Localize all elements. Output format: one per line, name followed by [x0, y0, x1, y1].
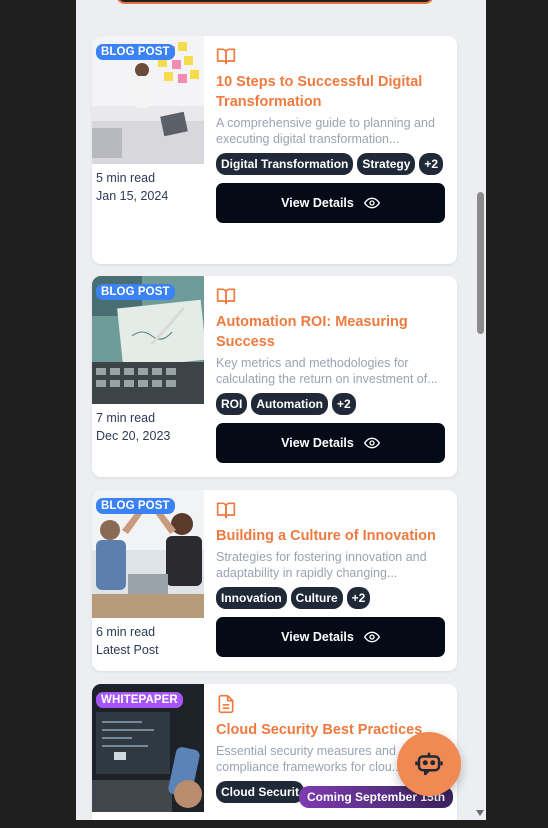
read-time: 6 min read: [96, 625, 156, 639]
book-open-icon: [216, 502, 236, 519]
tag-more[interactable]: +2: [346, 587, 371, 609]
view-details-button[interactable]: View Details: [216, 617, 445, 657]
card-meta: 5 min read Jan 15, 2024: [96, 169, 168, 205]
tag-more[interactable]: +2: [332, 393, 356, 415]
card-title[interactable]: Building a Culture of Innovation: [216, 526, 446, 546]
read-time: 5 min read: [96, 171, 156, 185]
tag-list: Innovation Culture +2: [216, 587, 446, 609]
book-open-icon: [216, 48, 236, 65]
document-icon: [218, 694, 234, 714]
publish-date: Dec 20, 2023: [96, 429, 171, 443]
view-details-button[interactable]: View Details: [216, 423, 445, 463]
button-label: View Details: [281, 630, 354, 644]
scrollbar-track[interactable]: [475, 0, 486, 820]
chatbot-button[interactable]: [397, 732, 461, 796]
card-thumbnail: BLOG POST: [92, 276, 204, 404]
tag[interactable]: Culture: [290, 587, 343, 609]
card-thumbnail: BLOG POST: [92, 36, 204, 164]
button-label: View Details: [281, 436, 354, 450]
tag-list: Digital Transformation Strategy +2: [216, 153, 446, 175]
card-meta: 10: [96, 817, 110, 820]
read-time: 10: [96, 817, 110, 820]
card-thumbnail: BLOG POST: [92, 490, 204, 618]
view-details-button[interactable]: View Details: [216, 183, 445, 223]
card-meta: 7 min read Dec 20, 2023: [96, 409, 170, 445]
card-description: Strategies for fostering innovation and …: [216, 550, 427, 580]
eye-icon: [363, 197, 380, 209]
card-description: Key metrics and methodologies for calcul…: [216, 356, 438, 386]
tag[interactable]: Automation: [251, 393, 328, 415]
tag[interactable]: Strategy: [357, 153, 416, 175]
content-type-badge: BLOG POST: [96, 284, 175, 300]
content-type-badge: WHITEPAPER: [96, 692, 183, 708]
card-meta: 6 min read Latest Post: [96, 623, 159, 659]
resource-card[interactable]: BLOG POST 6 min read Latest Post Buildin…: [92, 490, 457, 671]
publish-date: Latest Post: [96, 643, 159, 657]
tag-list: ROI Automation +2: [216, 393, 446, 415]
content-panel: BLOG POST 5 min read Jan 15, 2024 10 Ste…: [76, 0, 486, 820]
chatbot-icon: [415, 752, 443, 776]
eye-icon: [363, 437, 380, 449]
tag-more[interactable]: +2: [419, 153, 444, 175]
book-open-icon: [216, 288, 236, 305]
tag[interactable]: Digital Transformation: [216, 153, 354, 175]
tag[interactable]: Innovation: [216, 587, 287, 609]
content-type-badge: BLOG POST: [96, 44, 175, 60]
content-type-badge: BLOG POST: [96, 498, 175, 514]
top-banner-edge: [116, 0, 434, 4]
tag[interactable]: Cloud Securit: [216, 781, 305, 803]
resource-card[interactable]: BLOG POST 7 min read Dec 20, 2023 Automa…: [92, 276, 457, 477]
button-label: View Details: [281, 196, 354, 210]
card-thumbnail: WHITEPAPER: [92, 684, 204, 812]
tag[interactable]: ROI: [216, 393, 248, 415]
read-time: 7 min read: [96, 411, 156, 425]
scrollbar-thumb[interactable]: [477, 192, 484, 334]
scroll-down-arrow-icon[interactable]: [476, 810, 484, 816]
card-title[interactable]: 10 Steps to Successful Digital Transform…: [216, 72, 446, 112]
resource-card[interactable]: BLOG POST 5 min read Jan 15, 2024 10 Ste…: [92, 36, 457, 264]
eye-icon: [363, 631, 380, 643]
card-description: A comprehensive guide to planning and ex…: [216, 116, 435, 146]
publish-date: Jan 15, 2024: [96, 189, 169, 203]
card-title[interactable]: Automation ROI: Measuring Success: [216, 312, 446, 352]
